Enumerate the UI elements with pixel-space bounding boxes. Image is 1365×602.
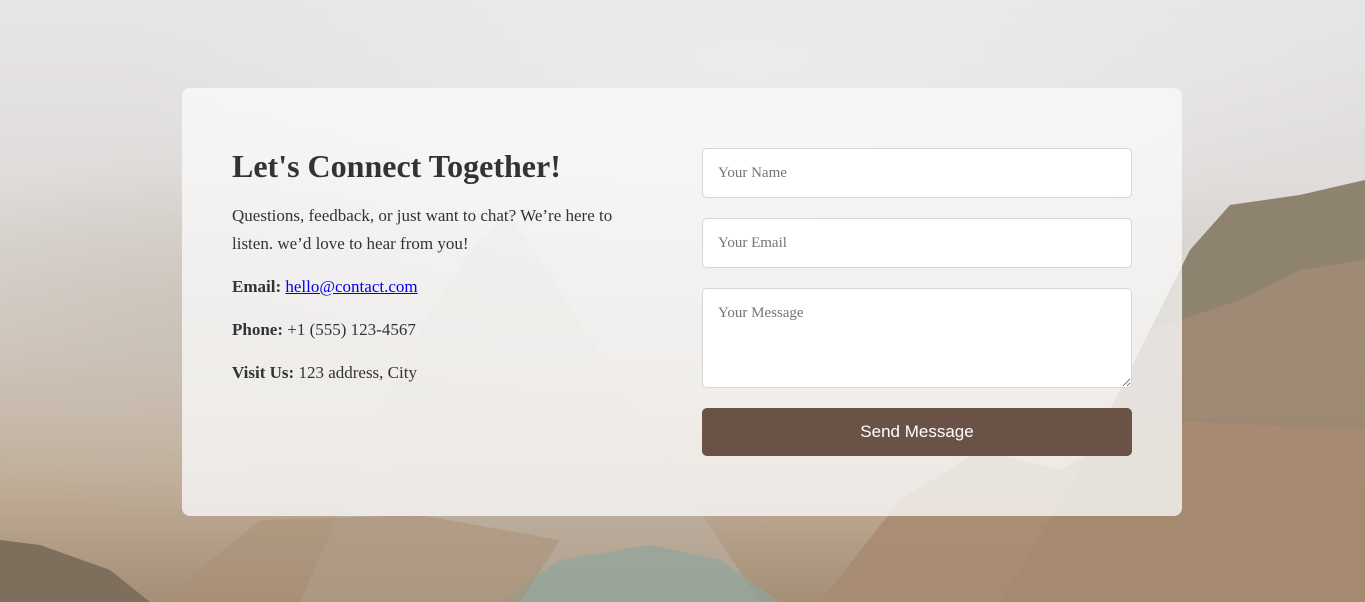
address-value: 123 address, City	[298, 363, 417, 382]
email-line: Email: hello@contact.com	[232, 273, 652, 301]
visit-label: Visit Us:	[232, 363, 295, 382]
name-input[interactable]	[702, 148, 1132, 198]
phone-label: Phone:	[232, 320, 283, 339]
contact-form: Send Message	[702, 148, 1132, 456]
phone-line: Phone: +1 (555) 123-4567	[232, 316, 652, 344]
email-label: Email:	[232, 277, 282, 296]
contact-card: Let's Connect Together! Questions, feedb…	[182, 88, 1182, 516]
send-message-button[interactable]: Send Message	[702, 408, 1132, 456]
email-input[interactable]	[702, 218, 1132, 268]
message-textarea[interactable]	[702, 288, 1132, 388]
page-title: Let's Connect Together!	[232, 148, 561, 184]
address-line: Visit Us: 123 address, City	[232, 359, 652, 387]
contact-info: Let's Connect Together! Questions, feedb…	[232, 146, 652, 387]
email-link[interactable]: hello@contact.com	[285, 277, 417, 296]
intro-text: Questions, feedback, or just want to cha…	[232, 206, 613, 253]
phone-value: +1 (555) 123-4567	[287, 320, 416, 339]
